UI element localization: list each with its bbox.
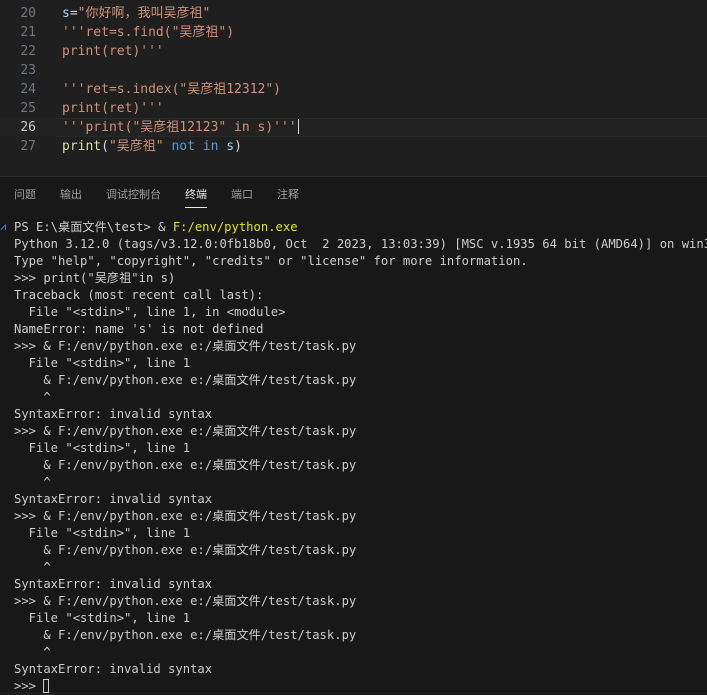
code-line[interactable]: 25 print(ret)''' <box>0 99 707 118</box>
terminal-output-line: Python 3.12.0 (tags/v3.12.0:0fb18b0, Oct… <box>14 237 707 251</box>
line-number: 23 <box>20 63 36 78</box>
tab-debug-console[interactable]: 调试控制台 <box>106 186 161 202</box>
code-token: '''print("吴彦祖12123" in s)''' <box>62 120 297 135</box>
code-token: in <box>202 139 219 154</box>
code-token: print(ret)''' <box>62 44 164 59</box>
terminal-output-line: File "<stdin>", line 1 <box>14 441 191 455</box>
text-cursor <box>297 119 299 134</box>
line-number: 24 <box>20 82 36 97</box>
terminal-output-line: & F:/env/python.exe e:/桌面文件/test/task.py <box>14 373 357 387</box>
terminal-output-line: >>> & F:/env/python.exe e:/桌面文件/test/tas… <box>14 509 357 523</box>
terminal-input-line[interactable]: >>> <box>14 678 50 695</box>
code-token: print <box>62 139 102 154</box>
terminal-output-line: & F:/env/python.exe e:/桌面文件/test/task.py <box>14 458 357 472</box>
line-number: 25 <box>20 101 36 116</box>
tab-comments[interactable]: 注释 <box>277 186 299 202</box>
terminal-output-line: Type "help", "copyright", "credits" or "… <box>14 254 528 268</box>
tab-ports[interactable]: 端口 <box>231 186 253 202</box>
code-line[interactable]: 27 print("吴彦祖" not in s) <box>0 137 707 156</box>
tab-output[interactable]: 输出 <box>60 186 82 202</box>
command-decoration-icon[interactable]: ⩘ <box>0 220 6 234</box>
terminal-output-line: ^ <box>14 560 51 574</box>
code-text: print(ret)''' <box>62 99 164 118</box>
terminal-output-line: NameError: name 's' is not defined <box>14 322 264 336</box>
code-editor[interactable]: 20 s="你好啊，我叫吴彦祖" 21 '''ret=s.find("吴彦祖") 22 p… <box>0 0 707 170</box>
code-text: '''ret=s.index("吴彦祖12312") <box>62 80 281 99</box>
code-line[interactable]: 21 '''ret=s.find("吴彦祖") <box>0 23 707 42</box>
code-text: '''print("吴彦祖12123" in s)''' <box>62 118 299 137</box>
code-token: = <box>69 6 78 21</box>
code-token: ( <box>101 139 109 154</box>
code-token: '''ret=s.find("吴彦祖") <box>62 25 235 40</box>
terminal-output-line: File "<stdin>", line 1 <box>14 526 191 540</box>
code-line[interactable]: 24 '''ret=s.index("吴彦祖12312") <box>0 80 707 99</box>
code-text: '''ret=s.find("吴彦祖") <box>62 23 234 42</box>
line-number: 20 <box>20 6 36 21</box>
terminal-output-line: SyntaxError: invalid syntax <box>14 662 213 676</box>
terminal-output-line: >>> & F:/env/python.exe e:/桌面文件/test/tas… <box>14 339 357 353</box>
terminal-output-line: SyntaxError: invalid syntax <box>14 577 213 591</box>
panel-tab-bar: 问题 输出 调试控制台 终端 端口 注释 <box>0 176 707 213</box>
code-token: s <box>226 139 235 154</box>
terminal-output-line: ^ <box>14 645 51 659</box>
code-token: s <box>62 6 70 21</box>
terminal-output-line: SyntaxError: invalid syntax <box>14 407 213 421</box>
tab-terminal[interactable]: 终端 <box>185 186 207 208</box>
code-text: print("吴彦祖" not in s) <box>62 137 242 156</box>
line-number: 27 <box>20 139 36 154</box>
line-number: 21 <box>20 25 36 40</box>
terminal-output-line: & F:/env/python.exe e:/桌面文件/test/task.py <box>14 543 357 557</box>
tab-problems[interactable]: 问题 <box>14 186 36 202</box>
terminal-output-line: >>> print("吴彦祖"in s) <box>14 271 176 285</box>
code-token: print(ret)''' <box>62 101 164 116</box>
code-token: "你好啊，我叫吴彦祖" <box>77 6 211 21</box>
code-token: '''ret=s.index("吴彦祖12312") <box>62 82 282 97</box>
code-token: ) <box>234 139 242 154</box>
line-number: 26 <box>20 120 36 135</box>
code-line[interactable]: 20 s="你好啊，我叫吴彦祖" <box>0 4 707 23</box>
terminal-output-line: >>> & F:/env/python.exe e:/桌面文件/test/tas… <box>14 424 357 438</box>
ps-prompt-text: PS E:\桌面文件\test> & <box>14 220 173 234</box>
code-token: "吴彦祖" <box>108 139 164 154</box>
terminal-output-line: Traceback (most recent call last): <box>14 288 264 302</box>
terminal-output-line: File "<stdin>", line 1 <box>14 356 191 370</box>
terminal-output-line: File "<stdin>", line 1 <box>14 611 191 625</box>
ps-command-text: F:/env/python.exe <box>172 220 298 234</box>
code-text: print(ret)''' <box>62 42 164 61</box>
terminal-output-line: File "<stdin>", line 1, in <module> <box>14 305 286 319</box>
terminal-cursor <box>43 679 50 693</box>
code-line[interactable]: 23 <box>0 61 707 80</box>
terminal-panel[interactable]: ⩘ PS E:\桌面文件\test> & F:/env/python.exe P… <box>0 212 707 695</box>
terminal-output-line: & F:/env/python.exe e:/桌面文件/test/task.py <box>14 628 357 642</box>
code-token: not <box>171 139 195 154</box>
terminal-ps-prompt: PS E:\桌面文件\test> & F:/env/python.exe <box>14 219 298 236</box>
terminal-output-line: ^ <box>14 475 51 489</box>
code-text: s="你好啊，我叫吴彦祖" <box>62 4 210 23</box>
terminal-output-line: >>> & F:/env/python.exe e:/桌面文件/test/tas… <box>14 594 357 608</box>
terminal-output-line: SyntaxError: invalid syntax <box>14 492 213 506</box>
code-line[interactable]: 26 '''print("吴彦祖12123" in s)''' <box>0 118 707 137</box>
input-prompt: >>> <box>14 679 44 693</box>
terminal-output-line: ^ <box>14 390 51 404</box>
line-number: 22 <box>20 44 36 59</box>
code-line[interactable]: 22 print(ret)''' <box>0 42 707 61</box>
